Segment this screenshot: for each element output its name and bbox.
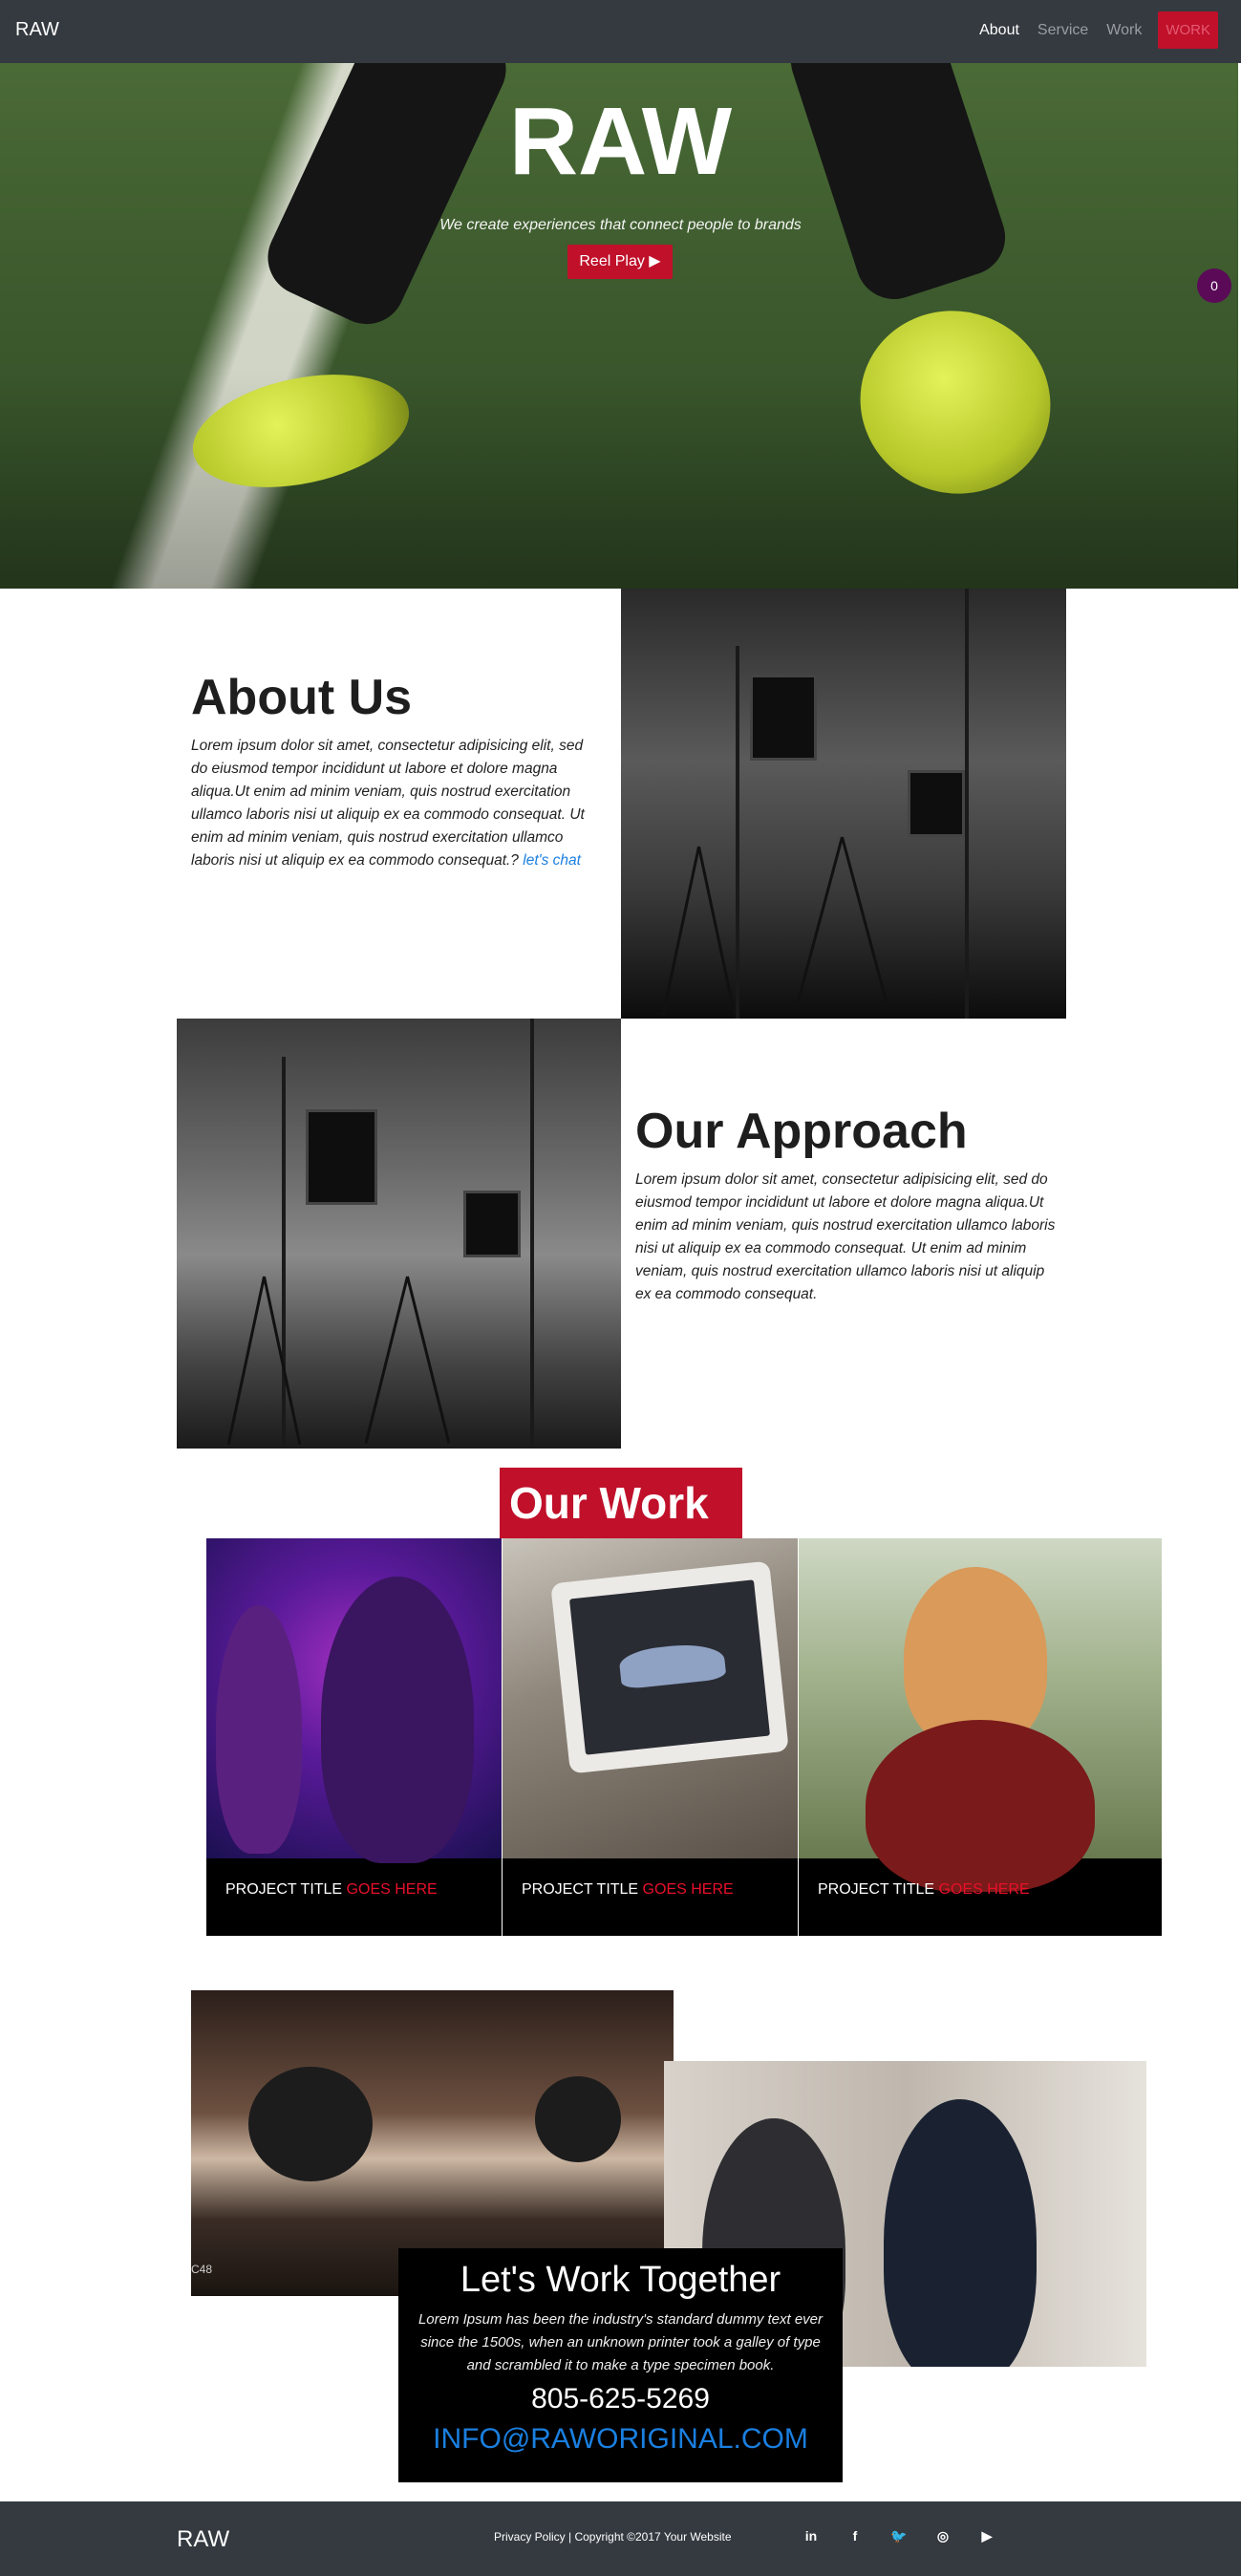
- nav-link-work[interactable]: Work: [1106, 22, 1142, 39]
- project-caption: PROJECT TITLE GOES HERE: [818, 1881, 1030, 1898]
- our-work-title: Our Work: [500, 1468, 742, 1538]
- nav-links: About Service Work WORK: [961, 11, 1218, 49]
- project-caption: PROJECT TITLE GOES HERE: [522, 1881, 734, 1898]
- project-card[interactable]: PROJECT TITLE GOES HERE: [799, 1538, 1162, 1936]
- reel-play-button[interactable]: Reel Play ▶: [567, 245, 673, 279]
- car-image: [617, 1641, 727, 1690]
- facebook-icon[interactable]: f: [842, 2522, 868, 2549]
- footer: RAW Privacy Policy | Copyright ©2017 You…: [0, 2501, 1241, 2576]
- youtube-icon[interactable]: ▶: [974, 2522, 1000, 2549]
- approach-body: Lorem ipsum dolor sit amet, consectetur …: [635, 1171, 1056, 1303]
- linkedin-icon[interactable]: in: [798, 2522, 824, 2549]
- nav-link-service[interactable]: Service: [1038, 22, 1088, 39]
- about-body: Lorem ipsum dolor sit amet, consectetur …: [191, 738, 585, 869]
- watermark: C48: [191, 2263, 213, 2276]
- instagram-icon[interactable]: ◎: [930, 2522, 956, 2549]
- approach-section: Our Approach Lorem ipsum dolor sit amet,…: [635, 1104, 1056, 1306]
- about-section: About Us Lorem ipsum dolor sit amet, con…: [191, 670, 602, 872]
- social-links: in f 🐦 ◎ ▶: [798, 2522, 1017, 2549]
- floating-count-badge[interactable]: 0: [1197, 268, 1231, 303]
- project-card[interactable]: PROJECT TITLE GOES HERE: [206, 1538, 502, 1936]
- navbar: RAW About Service Work WORK: [0, 0, 1241, 63]
- brand-logo[interactable]: RAW: [15, 19, 59, 41]
- contact-body: Lorem Ipsum has been the industry's stan…: [417, 2311, 824, 2373]
- hero-title: RAW: [508, 88, 733, 195]
- studio-photo-bw: [177, 1019, 621, 1449]
- contact-box: Let's Work Together Lorem Ipsum has been…: [398, 2248, 843, 2482]
- tablet-device: [550, 1560, 789, 1774]
- contact-email[interactable]: INFO@RAWORIGINAL.COM: [398, 2423, 843, 2456]
- studio-photo: [621, 589, 1066, 1019]
- lets-chat-link[interactable]: let's chat: [523, 852, 581, 869]
- footer-copyright[interactable]: Privacy Policy | Copyright ©2017 Your We…: [494, 2530, 732, 2544]
- project-photo-party: [206, 1538, 502, 1863]
- nav-link-about[interactable]: About: [979, 22, 1019, 39]
- nav-work-button[interactable]: WORK: [1158, 11, 1218, 49]
- twitter-icon[interactable]: 🐦: [886, 2522, 912, 2549]
- project-photo-tablet: [503, 1538, 798, 1858]
- contact-phone[interactable]: 805-625-5269: [398, 2383, 843, 2415]
- footer-brand[interactable]: RAW: [177, 2526, 229, 2553]
- project-card[interactable]: PROJECT TITLE GOES HERE: [503, 1538, 798, 1936]
- project-caption: PROJECT TITLE GOES HERE: [225, 1881, 438, 1898]
- contact-title: Let's Work Together: [460, 2260, 781, 2300]
- hero-subtitle: We create experiences that connect peopl…: [439, 217, 802, 233]
- about-title: About Us: [191, 670, 413, 725]
- project-photo-portrait: [799, 1538, 1162, 1892]
- approach-title: Our Approach: [635, 1104, 968, 1159]
